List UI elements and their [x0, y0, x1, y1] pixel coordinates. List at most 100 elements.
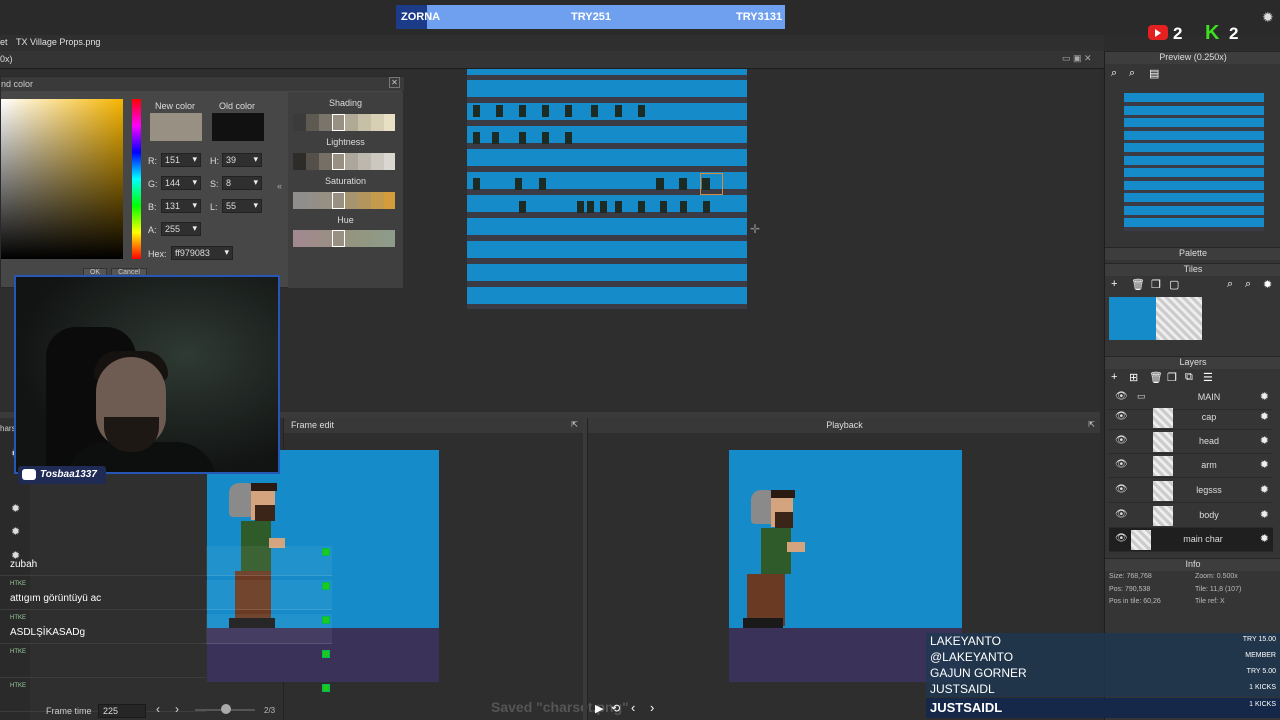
zoom-in-icon[interactable]: ⌕ — [1227, 278, 1233, 291]
eye-icon[interactable]: 👁 — [1115, 533, 1128, 544]
gear-icon[interactable]: ✹ — [1260, 410, 1269, 423]
h-spinbox[interactable]: 39 — [222, 153, 262, 167]
hex-input[interactable]: ff979083 — [171, 246, 233, 260]
gear-icon[interactable]: ✹ — [11, 525, 20, 538]
delete-layer-icon[interactable]: 🗑 — [1149, 371, 1163, 384]
frame-check-icon[interactable] — [322, 582, 330, 590]
eye-icon[interactable]: 👁 — [1115, 391, 1128, 402]
saturation-value-gradient[interactable] — [1, 99, 123, 259]
l-spinbox[interactable]: 55 — [222, 199, 262, 213]
delete-icon[interactable]: 🗑 — [1131, 278, 1145, 291]
gear-icon[interactable]: ✹ — [1260, 458, 1269, 471]
layer-thumbnail — [1153, 481, 1173, 501]
window-controls[interactable]: ▭ ▣ ✕ — [1062, 53, 1092, 64]
color-dialog-title: nd color — [1, 79, 34, 89]
layer-thumbnail — [1153, 432, 1173, 452]
close-icon[interactable]: ✕ — [389, 77, 400, 88]
gear-icon[interactable]: ✹ — [1260, 508, 1269, 521]
frame-icon[interactable]: ▢ — [1169, 278, 1179, 291]
frame-counter: 2/3 — [264, 706, 276, 715]
copy-icon[interactable]: ❐ — [1151, 278, 1161, 291]
next-frame-icon[interactable]: › — [175, 702, 179, 716]
shading-strip[interactable] — [293, 114, 395, 131]
collapse-arrow-icon[interactable]: « — [277, 181, 282, 191]
gear-icon[interactable]: ✹ — [11, 502, 20, 515]
a-spinbox[interactable]: 255 — [161, 222, 201, 236]
r-label: R: — [148, 156, 157, 166]
frame-check-icon[interactable] — [322, 650, 330, 658]
duplicate-layer-icon[interactable]: ❐ — [1167, 371, 1177, 384]
prev-frame-icon[interactable]: ‹ — [156, 702, 160, 716]
gear-icon[interactable]: ✹ — [1260, 483, 1269, 496]
layer-item-cap[interactable]: 👁 cap ✹ — [1109, 406, 1273, 430]
info-pos: Pos: 790,538 — [1109, 586, 1151, 593]
frame-slider-thumb[interactable] — [221, 704, 231, 714]
layer-item-main-char[interactable]: 👁 main char ✹ — [1109, 528, 1273, 552]
layer-item-legsss[interactable]: 👁 legsss ✹ — [1109, 479, 1273, 503]
tile-sky[interactable] — [1109, 297, 1156, 340]
merge-icon[interactable]: ⧉ — [1185, 371, 1193, 384]
zoom-out-icon[interactable]: ⌕ — [1245, 278, 1251, 291]
prev-icon[interactable]: ‹ — [631, 700, 635, 715]
tab-village-props[interactable]: TX Village Props.png — [16, 37, 100, 47]
layer-name: legsss — [1196, 485, 1222, 495]
sprite-frame — [492, 132, 499, 144]
s-spinbox[interactable]: 8 — [222, 176, 262, 190]
sprite-frame — [656, 178, 663, 190]
float-icon[interactable]: ⇱ — [571, 420, 578, 429]
add-icon[interactable]: + — [1111, 278, 1117, 290]
add-group-icon[interactable]: ⊞ — [1129, 371, 1138, 384]
settings-gear-icon[interactable]: ✹ — [1262, 9, 1274, 26]
sprite-frame — [565, 132, 572, 144]
tab-prev[interactable]: et — [0, 37, 8, 47]
layer-name: body — [1199, 510, 1219, 520]
frame-check-icon[interactable] — [322, 616, 330, 624]
add-layer-icon[interactable]: + — [1111, 371, 1117, 383]
stack-icon[interactable]: ☰ — [1203, 371, 1213, 384]
hue-strip[interactable] — [293, 230, 395, 247]
sprite-frame — [615, 201, 622, 213]
chat-message: HTKE ASDLŞİKASADg — [0, 610, 206, 644]
layer-item-arm[interactable]: 👁 arm ✹ — [1109, 454, 1273, 478]
eye-icon[interactable]: 👁 — [1115, 411, 1128, 422]
r-spinbox[interactable]: 151 — [161, 153, 201, 167]
alert-value: TRY 5.00 — [1246, 668, 1276, 675]
frame-time-input[interactable]: 225 — [98, 704, 146, 718]
lightness-strip[interactable] — [293, 153, 395, 170]
gear-icon[interactable]: ✹ — [1260, 532, 1269, 545]
palette-header[interactable]: Palette — [1105, 247, 1280, 260]
loop-icon[interactable]: ⟲ — [611, 702, 620, 715]
old-color-swatch[interactable] — [212, 113, 264, 141]
color-dialog-title-bar[interactable]: nd color ✕ — [1, 77, 404, 91]
color-picker-dialog[interactable]: nd color ✕ New color Old color R: 151 G:… — [0, 76, 404, 288]
layer-name: arm — [1201, 460, 1217, 470]
frame-check-icon[interactable] — [322, 548, 330, 556]
float-icon[interactable]: ⇱ — [1088, 420, 1095, 429]
b-spinbox[interactable]: 131 — [161, 199, 201, 213]
gear-icon[interactable]: ✹ — [1263, 278, 1272, 291]
gear-icon[interactable]: ✹ — [1260, 390, 1269, 403]
play-icon[interactable]: ▶ — [595, 702, 603, 715]
eye-icon[interactable]: 👁 — [1115, 484, 1128, 495]
vertical-splitter[interactable] — [583, 418, 587, 720]
next-icon[interactable]: › — [650, 700, 654, 715]
saturation-strip[interactable] — [293, 192, 395, 209]
preview-row — [1124, 168, 1264, 177]
youtube-icon — [22, 469, 36, 480]
eye-icon[interactable]: 👁 — [1115, 509, 1128, 520]
gear-icon[interactable]: ✹ — [1260, 434, 1269, 447]
zoom-out-icon[interactable]: ⌕ — [1129, 67, 1135, 80]
tile-empty[interactable] — [1156, 297, 1202, 340]
preview-canvas[interactable] — [1124, 93, 1264, 231]
tiles-header: Tiles — [1105, 263, 1280, 276]
layer-item-body[interactable]: 👁 body ✹ — [1109, 504, 1273, 528]
fit-icon[interactable]: ▤ — [1149, 67, 1159, 80]
eye-icon[interactable]: 👁 — [1115, 435, 1128, 446]
frame-check-icon[interactable] — [322, 684, 330, 692]
eye-icon[interactable]: 👁 — [1115, 459, 1128, 470]
layer-item-head[interactable]: 👁 head ✹ — [1109, 430, 1273, 454]
hue-slider[interactable] — [132, 99, 141, 259]
g-spinbox[interactable]: 144 — [161, 176, 201, 190]
zoom-in-icon[interactable]: ⌕ — [1111, 67, 1117, 80]
layers-title: Layers — [1179, 357, 1207, 367]
